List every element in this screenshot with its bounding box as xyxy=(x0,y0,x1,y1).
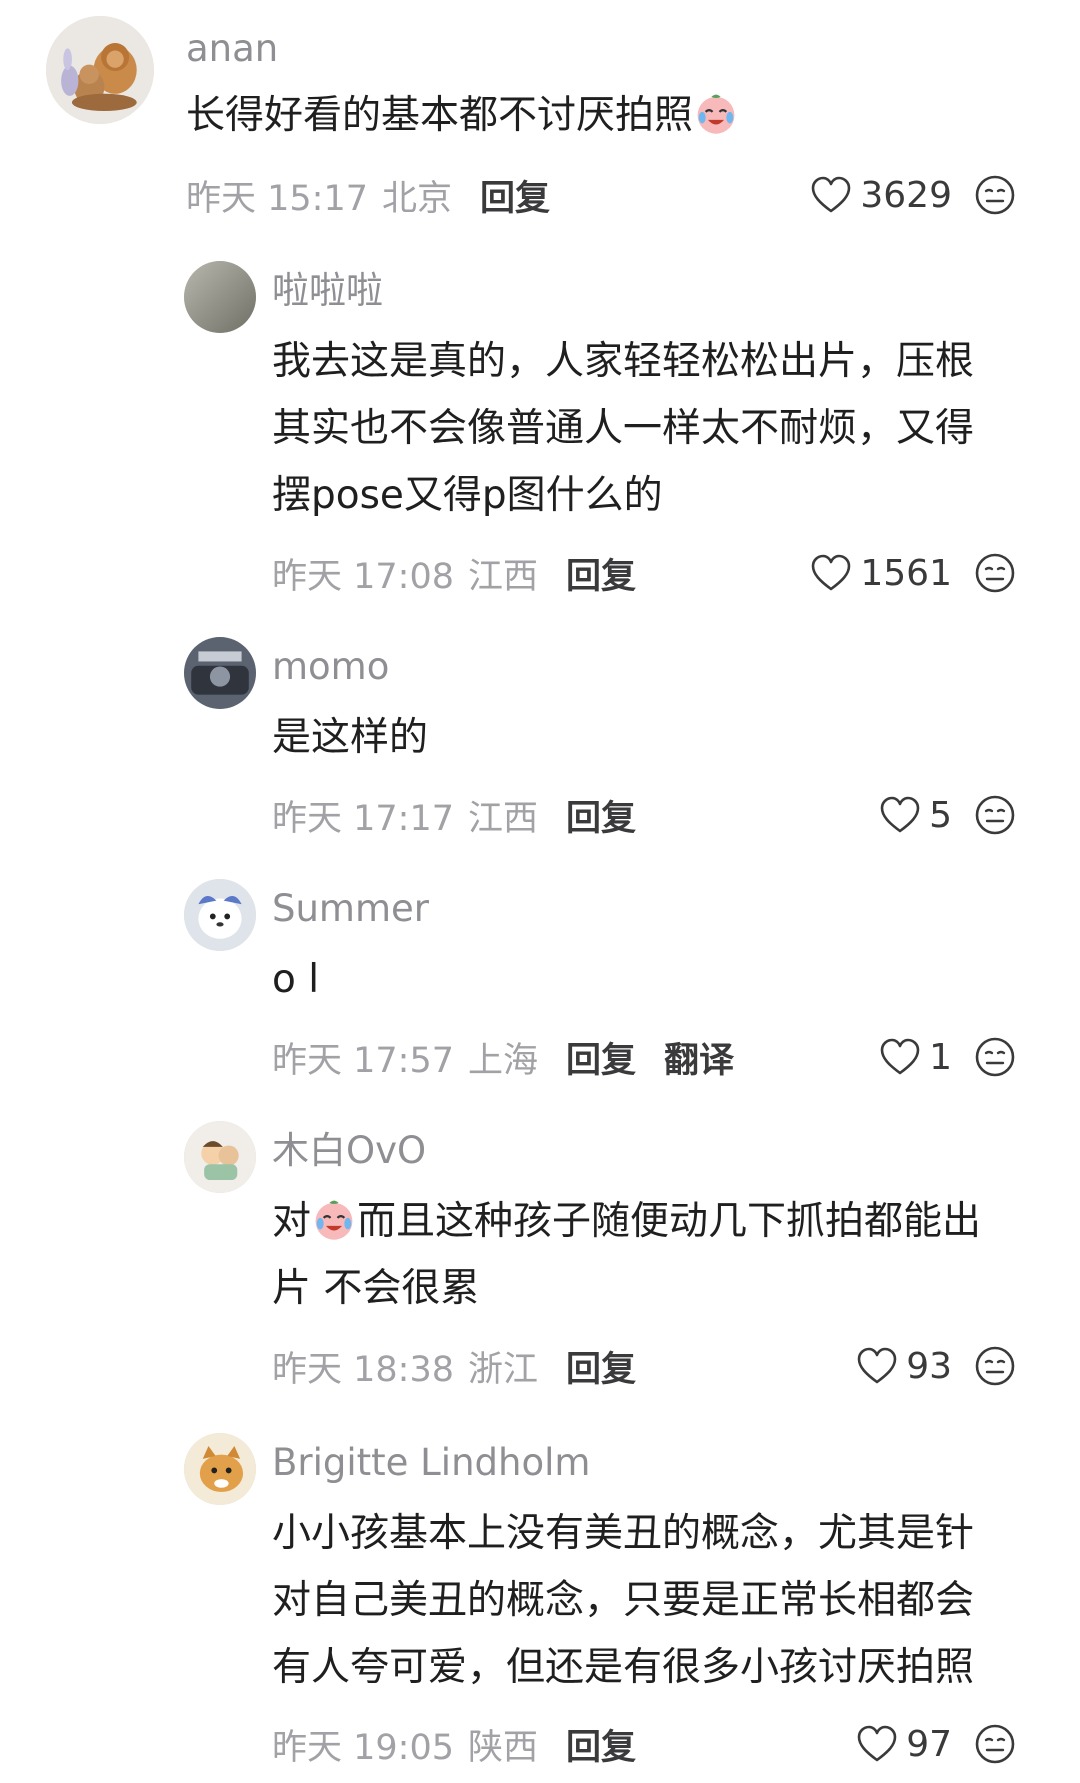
location: 浙江 xyxy=(468,1349,539,1390)
neutral-face-icon[interactable] xyxy=(974,1345,1016,1387)
reply-button[interactable]: 回复 xyxy=(566,1341,636,1392)
like-button[interactable]: 1561 xyxy=(810,548,952,598)
neutral-face-icon[interactable] xyxy=(974,1723,1016,1765)
location: 江西 xyxy=(468,556,539,597)
location: 陕西 xyxy=(468,1727,539,1768)
like-button[interactable]: 5 xyxy=(879,790,952,840)
heart-outline-icon xyxy=(810,175,852,215)
like-button[interactable]: 1 xyxy=(879,1032,952,1082)
comment-text-line: 有人夸可爱，但还是有很多小孩讨厌拍照 xyxy=(272,1645,975,1690)
crying-laughing-emoji-icon xyxy=(311,1196,357,1242)
like-count: 1 xyxy=(929,1036,952,1078)
neutral-face-icon[interactable] xyxy=(974,174,1016,216)
heart-outline-icon xyxy=(856,1346,898,1386)
comment-text-line: 小小孩基本上没有美丑的概念，尤其是针 xyxy=(272,1511,975,1556)
translate-button[interactable]: 翻译 xyxy=(664,1032,734,1083)
crying-laughing-emoji-icon xyxy=(693,90,739,136)
location: 江西 xyxy=(468,798,539,839)
username[interactable]: Summer xyxy=(272,890,429,927)
timestamp: 昨天 17:17 xyxy=(272,798,454,839)
comment-meta: 昨天 15:17 北京 回复 xyxy=(186,170,550,220)
comment-text-fragment: 而且这种孩子随便动几下抓拍都能出 xyxy=(357,1199,982,1244)
like-button[interactable]: 93 xyxy=(856,1341,952,1391)
avatar[interactable] xyxy=(46,16,154,124)
avatar[interactable] xyxy=(184,1433,256,1505)
comment-text: 我去这是真的，人家轻轻松松出片，压根 其实也不会像普通人一样太不耐烦，又得 摆p… xyxy=(272,328,974,529)
comment-text-fragment: 对 xyxy=(272,1199,312,1244)
comment-text-line: 长得好看的基本都不讨厌拍照 xyxy=(186,93,694,138)
like-button[interactable]: 3629 xyxy=(810,170,952,220)
location: 上海 xyxy=(468,1040,539,1081)
heart-outline-icon xyxy=(856,1724,898,1764)
comment-meta: 昨天 17:08 江西 回复 xyxy=(272,548,636,598)
reply-button[interactable]: 回复 xyxy=(566,1719,636,1770)
comment-meta: 昨天 18:38 浙江 回复 xyxy=(272,1341,636,1391)
username[interactable]: Brigitte Lindholm xyxy=(272,1444,590,1481)
comment-text-line: o l xyxy=(272,957,320,1002)
username[interactable]: 木白OvO xyxy=(272,1132,426,1169)
like-count: 93 xyxy=(906,1345,952,1387)
comment-text-line: 对 而且这种孩子随便动几下抓拍都能出 xyxy=(272,1188,981,1255)
timestamp: 昨天 17:08 xyxy=(272,556,454,597)
like-count: 1561 xyxy=(860,552,952,594)
timestamp: 昨天 15:17 xyxy=(186,178,368,219)
avatar[interactable] xyxy=(184,637,256,709)
comment-text-line: 我去这是真的，人家轻轻松松出片，压根 xyxy=(272,339,975,384)
username[interactable]: momo xyxy=(272,648,389,685)
comment-text-line: 是这样的 xyxy=(272,715,429,760)
heart-outline-icon xyxy=(879,1037,921,1077)
timestamp: 昨天 17:57 xyxy=(272,1040,454,1081)
neutral-face-icon[interactable] xyxy=(974,1036,1016,1078)
like-count: 5 xyxy=(929,794,952,836)
username[interactable]: anan xyxy=(186,30,278,67)
heart-outline-icon xyxy=(879,795,921,835)
username[interactable]: 啦啦啦 xyxy=(272,272,383,309)
avatar[interactable] xyxy=(184,879,256,951)
comment-meta: 昨天 17:17 江西 回复 xyxy=(272,790,636,840)
neutral-face-icon[interactable] xyxy=(974,552,1016,594)
comment-text-line: 摆pose又得p图什么的 xyxy=(272,473,663,518)
neutral-face-icon[interactable] xyxy=(974,794,1016,836)
comment-text-line: 片 不会很累 xyxy=(272,1266,480,1311)
timestamp: 昨天 18:38 xyxy=(272,1349,454,1390)
comment-meta: 昨天 17:57 上海 回复 翻译 xyxy=(272,1032,734,1082)
comment-text: 长得好看的基本都不讨厌拍照 xyxy=(186,82,739,149)
timestamp: 昨天 19:05 xyxy=(272,1727,454,1768)
like-count: 97 xyxy=(906,1723,952,1765)
reply-button[interactable]: 回复 xyxy=(480,170,550,221)
comment-meta: 昨天 19:05 陕西 回复 xyxy=(272,1719,636,1769)
comment-text: 对 而且这种孩子随便动几下抓拍都能出 片 不会很累 xyxy=(272,1188,981,1322)
comment-text-line: 对自己美丑的概念，只要是正常长相都会 xyxy=(272,1578,975,1623)
like-count: 3629 xyxy=(860,174,952,216)
reply-button[interactable]: 回复 xyxy=(566,1032,636,1083)
avatar[interactable] xyxy=(184,1121,256,1193)
comment-text: 是这样的 xyxy=(272,704,428,771)
comment-text-line: 其实也不会像普通人一样太不耐烦，又得 xyxy=(272,406,975,451)
reply-button[interactable]: 回复 xyxy=(566,790,636,841)
like-button[interactable]: 97 xyxy=(856,1719,952,1769)
location: 北京 xyxy=(382,178,453,219)
comment-text: o l xyxy=(272,946,319,1013)
reply-button[interactable]: 回复 xyxy=(566,548,636,599)
comment-text: 小小孩基本上没有美丑的概念，尤其是针 对自己美丑的概念，只要是正常长相都会 有人… xyxy=(272,1500,974,1701)
heart-outline-icon xyxy=(810,553,852,593)
avatar[interactable] xyxy=(184,261,256,333)
